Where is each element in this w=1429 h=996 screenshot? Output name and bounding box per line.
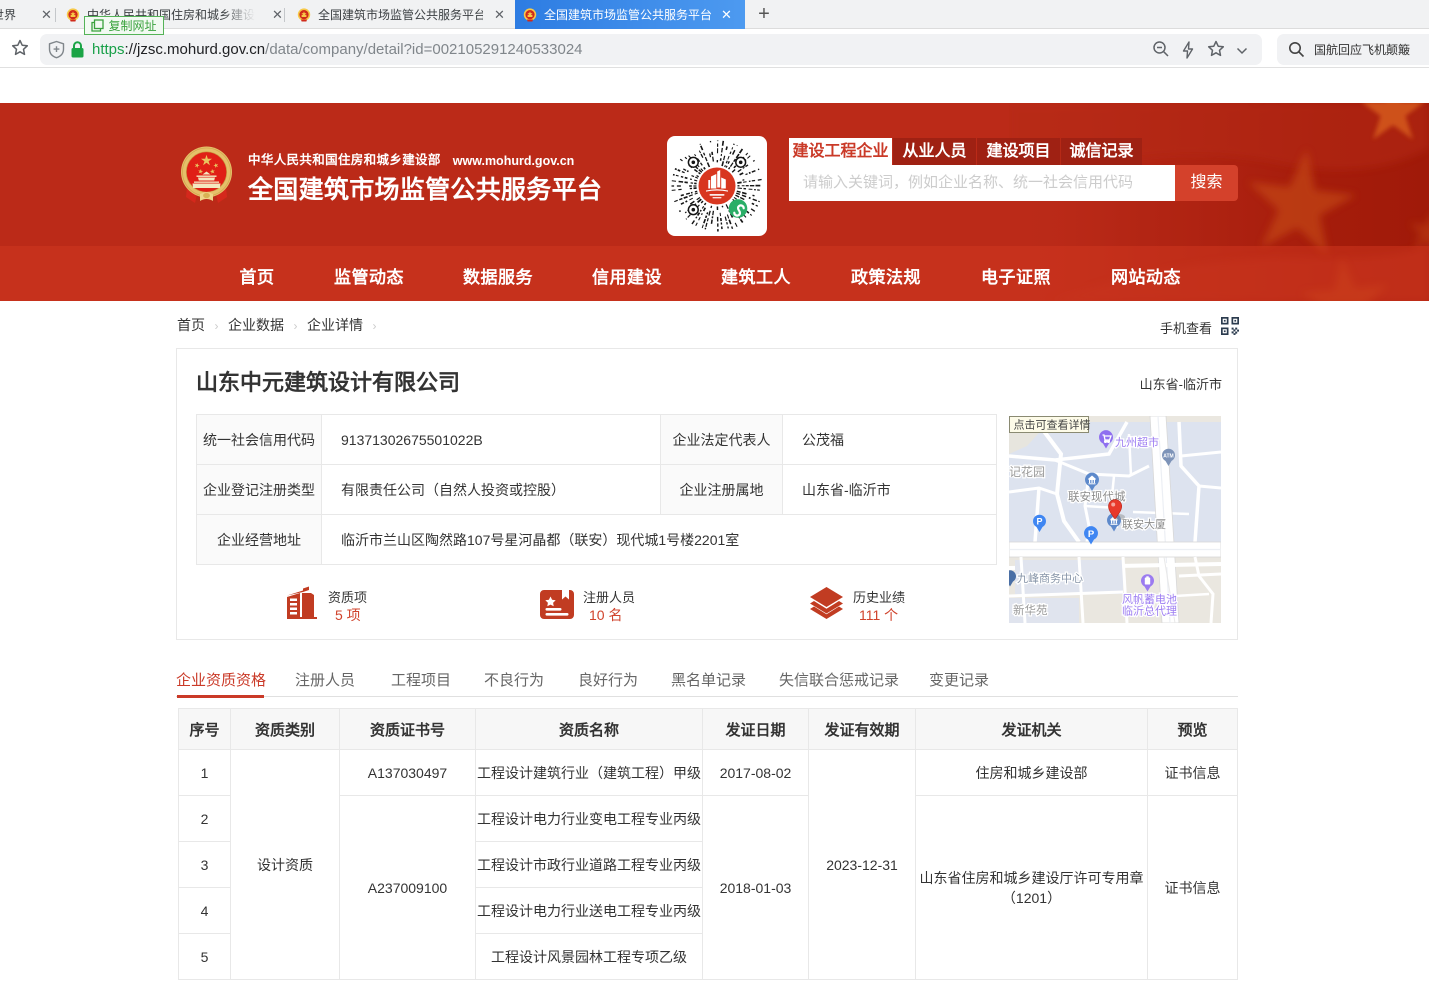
svg-text:联安大厦: 联安大厦 xyxy=(1122,517,1166,531)
svg-text:新华苑: 新华苑 xyxy=(1013,603,1048,617)
svg-text:九州超市: 九州超市 xyxy=(1115,435,1159,449)
svg-text:临沂总代理: 临沂总代理 xyxy=(1122,604,1177,618)
svg-text:记花园: 记花园 xyxy=(1009,464,1045,479)
svg-text:P: P xyxy=(1088,529,1095,540)
svg-text:风帆蓄电池: 风帆蓄电池 xyxy=(1122,592,1177,606)
svg-text:点击可查看详情: 点击可查看详情 xyxy=(1014,418,1091,432)
svg-text:九峰商务中心: 九峰商务中心 xyxy=(1017,571,1083,585)
svg-text:ATM: ATM xyxy=(1163,454,1173,460)
svg-text:P: P xyxy=(1036,517,1042,527)
